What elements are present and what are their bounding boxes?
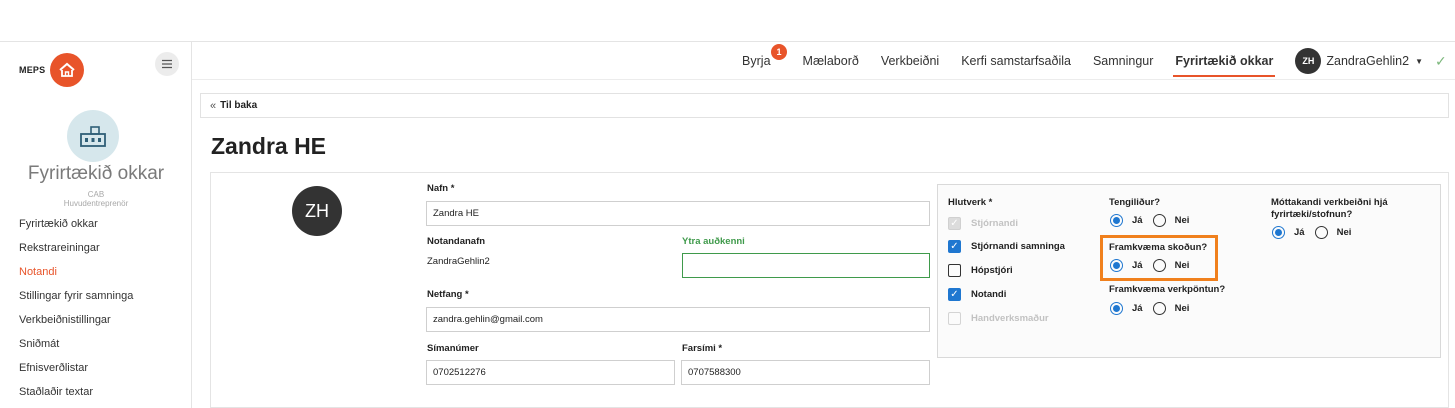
contact-radio-group: Já Nei (1110, 214, 1199, 227)
nav-partner-system[interactable]: Kerfi samstarfsaðila (961, 54, 1071, 68)
top-nav: Byrja 1 Mælaborð Verkbeiðni Kerfi samsta… (742, 42, 1455, 80)
role-team-leader[interactable]: Hópstjóri (948, 264, 1013, 277)
inspect-yes-label: Já (1132, 260, 1143, 271)
user-avatar: ZH (1295, 48, 1322, 74)
inspect-radio-group: Já Nei (1110, 259, 1199, 272)
order-yes-radio[interactable] (1110, 302, 1123, 315)
inspect-no-radio[interactable] (1152, 259, 1166, 272)
nav-work-orders[interactable]: Verkbeiðni (881, 54, 939, 68)
double-chevron-left-icon: « (210, 99, 217, 112)
top-bar: Byrja 1 Mælaborð Verkbeiðni Kerfi samsta… (192, 42, 1455, 80)
nav-our-company[interactable]: Fyrirtækið okkar (1173, 54, 1276, 77)
roles-panel: Hlutverk * ✓ Stjórnandi ✓ Stjórnandi sam… (937, 184, 1441, 358)
contact-question: Tengiliður? (1109, 197, 1161, 208)
checkbox-empty-icon (948, 264, 961, 277)
logo-text: MEPS (19, 65, 46, 75)
nav-dashboard[interactable]: Mælaborð (803, 54, 859, 68)
back-label: Til baka (220, 100, 258, 111)
receiver-radio-group: Já Nei (1272, 226, 1361, 239)
sidebar-item-contract-settings[interactable]: Stillingar fyrir samninga (19, 287, 133, 311)
hamburger-menu-icon[interactable] (155, 52, 179, 76)
contact-no-radio[interactable] (1152, 214, 1166, 227)
nav-start-label: Byrja (742, 54, 771, 68)
order-no-radio[interactable] (1152, 302, 1166, 315)
receiver-question-line1: Móttakandi verkbeiðni hjá (1271, 197, 1388, 208)
order-radio-group: Já Nei (1110, 302, 1199, 315)
receiver-question-line2: fyrirtæki/stofnun? (1271, 209, 1353, 220)
back-link[interactable]: « Til baka (200, 93, 1449, 118)
checkbox-checked-icon: ✓ (948, 217, 961, 230)
nav-start[interactable]: Byrja 1 (742, 44, 788, 68)
sidebar-item-price-lists[interactable]: Efnisverðlistar (19, 359, 133, 383)
name-label: Nafn * (427, 183, 455, 194)
checkbox-checked-icon: ✓ (948, 240, 961, 253)
company-type: Huvudentreprenör (63, 199, 129, 208)
notification-badge: 1 (771, 44, 788, 60)
role-craftsman-label: Handverksmaður (971, 313, 1049, 324)
external-id-label: Ytra auðkenni (682, 236, 745, 247)
email-label: Netfang * (427, 289, 469, 300)
nav-contract[interactable]: Samningur (1093, 54, 1153, 68)
phone-input[interactable]: 0702512276 (426, 360, 675, 385)
checkbox-empty-icon (948, 312, 961, 325)
mobile-label: Farsími * (682, 343, 723, 354)
page-title: Zandra HE (211, 133, 327, 159)
user-name: ZandraGehlin2 (1326, 54, 1410, 68)
role-admin-label: Stjórnandi (971, 218, 1018, 229)
role-team-leader-label: Hópstjóri (971, 265, 1013, 276)
role-user[interactable]: ✓ Notandi (948, 288, 1006, 301)
sidebar-nav: Fyrirtækið okkar Rekstrareiningar Notand… (19, 215, 133, 407)
inspect-yes-radio[interactable] (1110, 259, 1123, 272)
check-icon: ✓ (1435, 52, 1447, 69)
sidebar-item-user[interactable]: Notandi (19, 263, 133, 287)
company-code: CAB (87, 190, 105, 199)
username-value: ZandraGehlin2 (427, 256, 490, 267)
user-menu[interactable]: ZH ZandraGehlin2 ▼ (1295, 48, 1423, 74)
contact-yes-radio[interactable] (1110, 214, 1123, 227)
sidebar-item-our-company[interactable]: Fyrirtækið okkar (19, 215, 133, 239)
sidebar-item-templates[interactable]: Sniðmát (19, 335, 133, 359)
contact-no-label: Nei (1174, 215, 1190, 226)
receiver-no-radio[interactable] (1314, 226, 1328, 239)
logo-home-icon[interactable] (50, 53, 84, 87)
order-no-label: Nei (1174, 303, 1190, 314)
receiver-no-label: Nei (1336, 227, 1352, 238)
inspect-question: Framkvæma skoðun? (1109, 242, 1208, 253)
role-contract-admin-label: Stjórnandi samninga (971, 241, 1065, 252)
role-craftsman[interactable]: Handverksmaður (948, 312, 1049, 325)
sidebar-item-standard-texts[interactable]: Staðlaðir textar (19, 383, 133, 407)
roles-title: Hlutverk * (948, 197, 993, 208)
order-question: Framkvæma verkpöntun? (1109, 284, 1226, 295)
user-avatar-large: ZH (292, 186, 342, 236)
mobile-input[interactable]: 0707588300 (681, 360, 930, 385)
receiver-yes-radio[interactable] (1272, 226, 1285, 239)
sidebar-item-business-units[interactable]: Rekstrareiningar (19, 239, 133, 263)
user-form-card: ZH Nafn * Zandra HE Notandanafn ZandraGe… (210, 172, 1449, 408)
sidebar: MEPS Fyrirtækið okkar CAB Huvudentrepren… (0, 42, 192, 408)
inspect-no-label: Nei (1174, 260, 1190, 271)
receiver-yes-label: Já (1294, 227, 1305, 238)
phone-label: Símanúmer (427, 343, 479, 354)
chevron-down-icon: ▼ (1415, 56, 1423, 66)
order-yes-label: Já (1132, 303, 1143, 314)
contact-yes-label: Já (1132, 215, 1143, 226)
sidebar-item-work-order-settings[interactable]: Verkbeiðnistillingar (19, 311, 133, 335)
building-icon (67, 110, 119, 162)
role-admin[interactable]: ✓ Stjórnandi (948, 217, 1018, 230)
role-contract-admin[interactable]: ✓ Stjórnandi samninga (948, 240, 1065, 253)
role-user-label: Notandi (971, 289, 1007, 300)
external-id-input[interactable] (682, 253, 930, 278)
app-frame: MEPS Fyrirtækið okkar CAB Huvudentrepren… (0, 41, 1455, 408)
checkbox-checked-icon: ✓ (948, 288, 961, 301)
company-title: Fyrirtækið okkar (27, 163, 165, 184)
name-input[interactable]: Zandra HE (426, 201, 930, 226)
username-label: Notandanafn (427, 236, 486, 247)
email-input[interactable]: zandra.gehlin@gmail.com (426, 307, 930, 332)
